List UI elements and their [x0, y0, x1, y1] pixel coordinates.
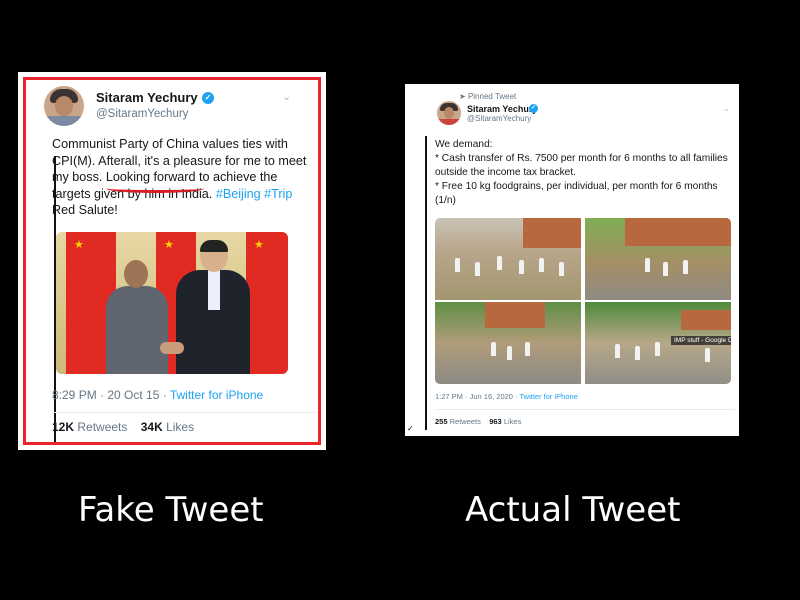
divider: [52, 412, 316, 413]
avatar[interactable]: [44, 86, 84, 126]
retweet-count[interactable]: 12K: [52, 420, 74, 434]
like-count[interactable]: 963: [489, 417, 502, 426]
avatar[interactable]: [437, 101, 461, 125]
chevron-down-icon[interactable]: ⌄: [282, 90, 291, 103]
tweet-source-link[interactable]: Twitter for iPhone: [520, 392, 578, 401]
tweet-stats: 255 Retweets 963 Likes: [435, 417, 522, 426]
pinned-label: ➤ Pinned Tweet: [459, 92, 517, 101]
tweet-timestamp: 8:29 PM · 20 Oct 15 · Twitter for iPhone: [52, 388, 264, 402]
tweet-timestamp: 1:27 PM · Jun 16, 2020 · Twitter for iPh…: [435, 392, 578, 401]
tweet-text: Communist Party of China values ties wit…: [52, 137, 307, 217]
tweet-text: We demand: * Cash transfer of Rs. 7500 p…: [435, 139, 728, 206]
actual-tweet-caption: Actual Tweet: [465, 490, 681, 530]
red-underline-mark: [106, 184, 204, 193]
display-name[interactable]: Sitaram Yechury: [96, 90, 198, 105]
user-handle[interactable]: @SitaramYechury: [467, 114, 531, 123]
photo-3[interactable]: [435, 302, 581, 384]
tweet-stats: 12K Retweets 34K Likes: [52, 420, 195, 434]
tweet-photo-grid[interactable]: IMP stuff - Google Dr: [435, 218, 731, 384]
checkmark-icon: ✓: [407, 424, 414, 433]
fake-tweet-caption: Fake Tweet: [78, 490, 264, 530]
display-name[interactable]: Sitaram Yechury: [467, 104, 537, 114]
photo-2[interactable]: [585, 218, 731, 300]
tweet-photo[interactable]: ★ ★ ★: [56, 232, 288, 374]
like-count[interactable]: 34K: [141, 420, 163, 434]
image-overlay-tag: IMP stuff - Google Dr: [671, 336, 731, 345]
photo-4[interactable]: IMP stuff - Google Dr: [585, 302, 731, 384]
fake-tweet-card: Sitaram Yechury ✓ @SitaramYechury ⌄ Comm…: [18, 72, 326, 450]
verified-badge-icon: ✓: [529, 104, 538, 113]
actual-tweet-card: ➤ Pinned Tweet Sitaram Yechury ✓ @Sitara…: [405, 84, 739, 436]
retweet-count[interactable]: 255: [435, 417, 448, 426]
hashtags[interactable]: #Beijing #Trip: [216, 187, 293, 201]
tweet-source-link[interactable]: Twitter for iPhone: [170, 388, 263, 402]
thread-line: [425, 136, 427, 430]
user-handle[interactable]: @SitaramYechury: [96, 108, 188, 120]
divider: [435, 409, 735, 410]
photo-1[interactable]: [435, 218, 581, 300]
verified-badge-icon: ✓: [202, 92, 214, 104]
chevron-down-icon[interactable]: ⌄: [723, 104, 730, 113]
